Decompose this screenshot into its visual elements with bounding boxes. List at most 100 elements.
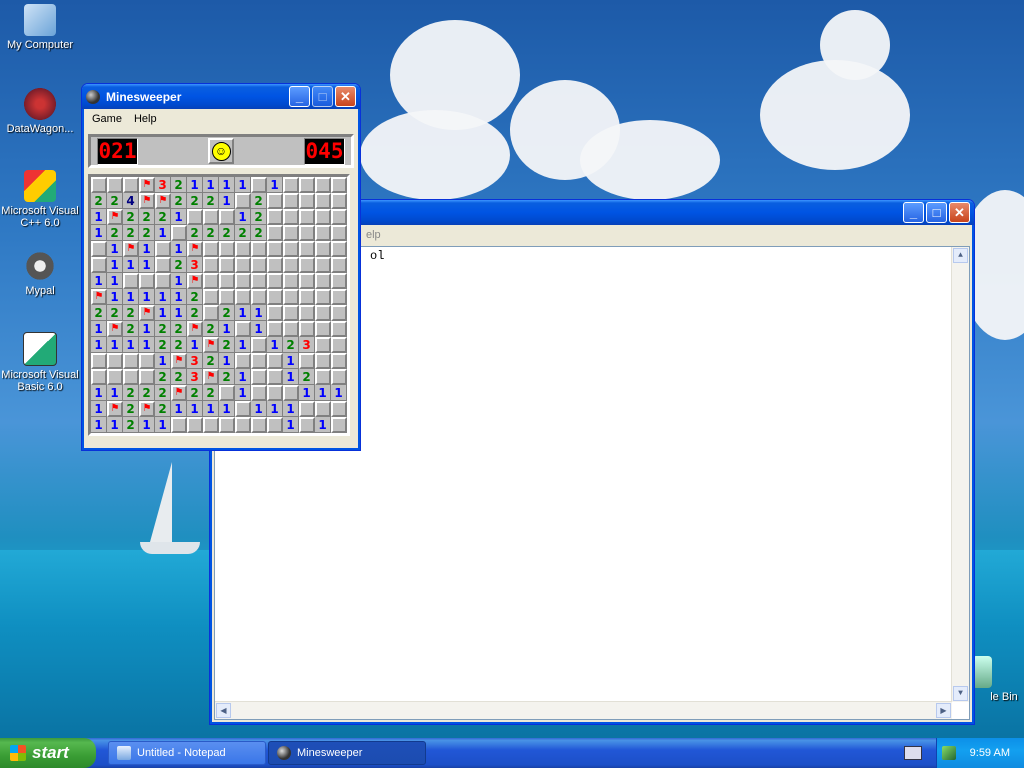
mine-cell[interactable]: 1 [155,225,171,241]
horizontal-scrollbar[interactable]: ◀ ▶ [215,701,952,719]
mine-cell[interactable] [235,193,251,209]
mine-cell[interactable] [283,177,299,193]
mine-cell[interactable] [251,289,267,305]
mine-cell[interactable]: 1 [107,241,123,257]
mine-cell[interactable] [299,225,315,241]
mine-cell[interactable]: 2 [123,417,139,433]
close-button[interactable]: ✕ [335,86,356,107]
mine-cell[interactable] [251,177,267,193]
mine-cell[interactable]: 1 [171,241,187,257]
mine-cell[interactable]: 2 [187,193,203,209]
menu-help[interactable]: Help [128,113,163,125]
mine-cell[interactable] [299,353,315,369]
scroll-right-button[interactable]: ▶ [936,703,951,718]
mine-cell[interactable] [315,273,331,289]
mine-cell[interactable] [91,257,107,273]
mine-cell[interactable] [139,273,155,289]
mine-cell[interactable] [283,289,299,305]
mine-cell[interactable]: 1 [203,177,219,193]
mine-cell[interactable]: ⚑ [139,401,155,417]
mine-cell[interactable] [315,337,331,353]
mine-cell[interactable] [267,321,283,337]
mine-cell[interactable]: 2 [203,225,219,241]
mine-cell[interactable] [235,257,251,273]
mine-cell[interactable] [331,321,347,337]
mine-cell[interactable]: 2 [139,209,155,225]
mine-cell[interactable]: 2 [155,369,171,385]
mine-cell[interactable]: 1 [267,401,283,417]
mine-cell[interactable]: 1 [315,417,331,433]
mine-cell[interactable] [267,353,283,369]
mine-cell[interactable]: 1 [283,369,299,385]
mine-cell[interactable] [267,369,283,385]
start-button[interactable]: start [0,738,96,768]
mine-cell[interactable]: 2 [123,225,139,241]
mine-cell[interactable]: ⚑ [171,353,187,369]
desktop-icon-datawagon[interactable]: DataWagon... [0,88,80,135]
mine-cell[interactable] [235,289,251,305]
mine-cell[interactable] [235,417,251,433]
mine-cell[interactable] [331,273,347,289]
mine-cell[interactable] [331,369,347,385]
taskbar-item-notepad[interactable]: Untitled - Notepad [108,741,266,765]
mine-cell[interactable]: 1 [251,401,267,417]
mine-cell[interactable]: 2 [171,321,187,337]
maximize-button[interactable]: □ [926,202,947,223]
mine-cell[interactable]: ⚑ [187,241,203,257]
menu-game[interactable]: Game [86,113,128,125]
mine-cell[interactable]: 2 [187,305,203,321]
mine-cell[interactable]: 2 [203,321,219,337]
mine-cell[interactable] [283,385,299,401]
clock[interactable]: 9:59 AM [970,747,1010,759]
mine-cell[interactable] [203,417,219,433]
mine-cell[interactable]: 2 [187,385,203,401]
mine-cell[interactable] [267,241,283,257]
mine-cell[interactable] [235,353,251,369]
mine-cell[interactable]: 3 [187,257,203,273]
mine-cell[interactable]: 2 [219,305,235,321]
mine-cell[interactable] [155,241,171,257]
mine-cell[interactable] [251,273,267,289]
mine-cell[interactable] [315,193,331,209]
mine-cell[interactable]: 1 [283,353,299,369]
mine-cell[interactable] [315,209,331,225]
mine-cell[interactable]: 1 [91,225,107,241]
mine-cell[interactable]: 2 [123,401,139,417]
mine-cell[interactable] [235,273,251,289]
mine-cell[interactable]: 2 [171,177,187,193]
mine-cell[interactable]: ⚑ [171,385,187,401]
mine-cell[interactable] [235,241,251,257]
mine-cell[interactable]: ⚑ [203,337,219,353]
mine-cell[interactable]: 1 [187,177,203,193]
mine-cell[interactable]: 1 [235,337,251,353]
mine-cell[interactable] [91,241,107,257]
mine-cell[interactable]: 2 [107,225,123,241]
mine-cell[interactable]: ⚑ [155,193,171,209]
mine-cell[interactable]: 4 [123,193,139,209]
mine-cell[interactable] [107,353,123,369]
mine-cell[interactable]: 1 [251,321,267,337]
mine-cell[interactable]: 2 [171,337,187,353]
mine-cell[interactable] [203,289,219,305]
mine-cell[interactable] [235,401,251,417]
mine-cell[interactable] [123,177,139,193]
vertical-scrollbar[interactable]: ▲ ▼ [951,247,969,702]
mine-cell[interactable]: 2 [155,321,171,337]
mine-cell[interactable] [315,353,331,369]
mine-cell[interactable] [315,321,331,337]
mine-cell[interactable]: 1 [251,305,267,321]
mine-cell[interactable] [315,225,331,241]
minimize-button[interactable]: _ [903,202,924,223]
mine-cell[interactable] [267,209,283,225]
mine-cell[interactable]: 1 [155,305,171,321]
mine-cell[interactable] [251,353,267,369]
mine-cell[interactable]: 2 [123,321,139,337]
mine-cell[interactable]: ⚑ [107,321,123,337]
mine-cell[interactable]: 1 [219,401,235,417]
mine-cell[interactable] [171,417,187,433]
mine-cell[interactable] [315,241,331,257]
minimize-button[interactable]: _ [289,86,310,107]
mine-cell[interactable]: ⚑ [139,193,155,209]
mine-cell[interactable] [251,369,267,385]
mine-cell[interactable]: 2 [171,193,187,209]
